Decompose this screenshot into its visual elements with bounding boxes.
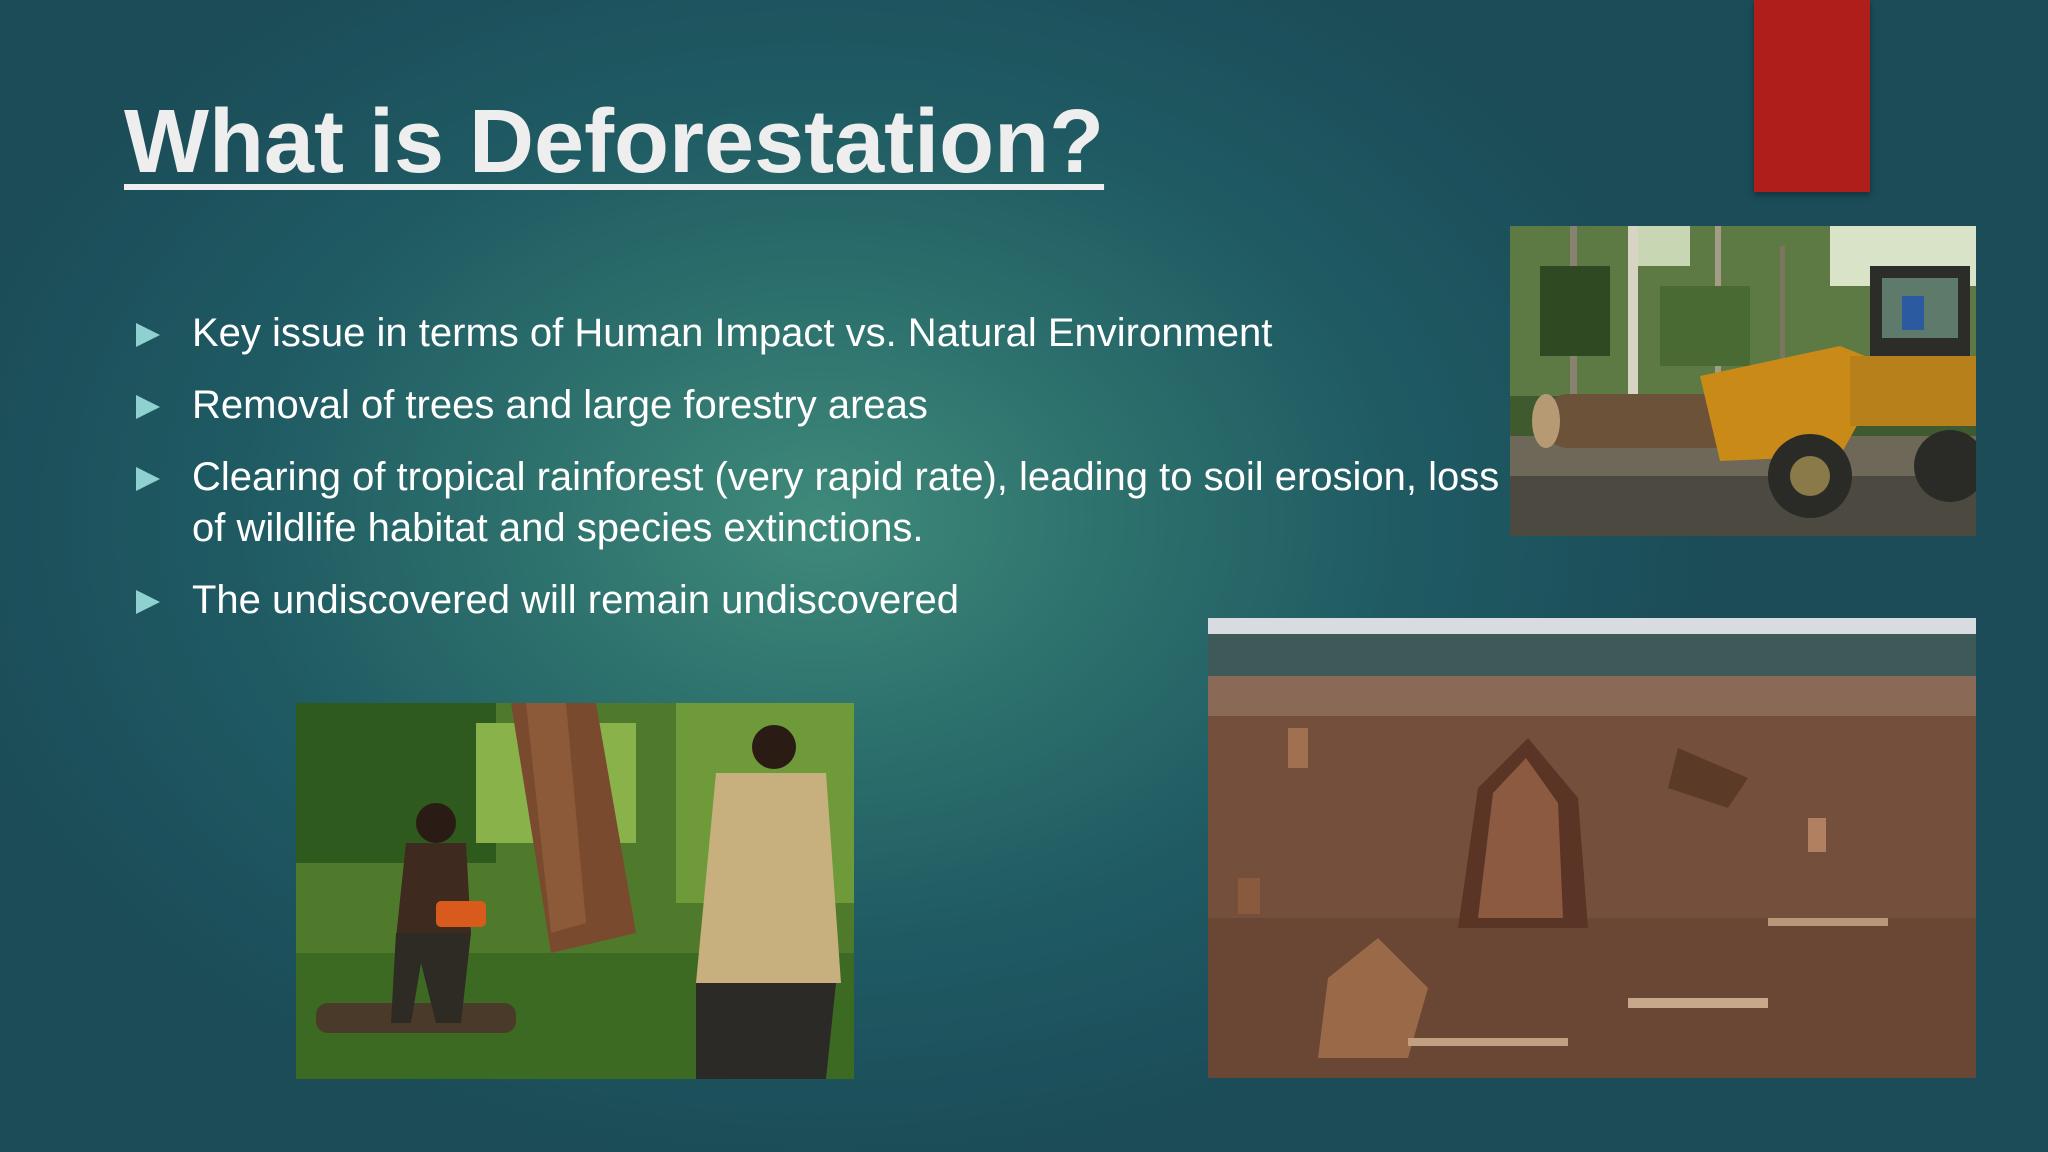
- chainsaw-photo: [296, 703, 854, 1079]
- bullet-item: Key issue in terms of Human Impact vs. N…: [136, 308, 1516, 359]
- bullet-list: Key issue in terms of Human Impact vs. N…: [136, 308, 1516, 647]
- triangle-bullet-icon: [136, 395, 160, 419]
- bullet-item: Clearing of tropical rainforest (very ra…: [136, 452, 1516, 554]
- bulldozer-photo: [1510, 226, 1976, 536]
- slide-title: What is Deforestation?: [124, 92, 1105, 192]
- bullet-text: Key issue in terms of Human Impact vs. N…: [192, 311, 1273, 355]
- triangle-bullet-icon: [136, 323, 160, 347]
- bullet-text: The undiscovered will remain undiscovere…: [192, 578, 960, 622]
- triangle-bullet-icon: [136, 590, 160, 614]
- cleared-forest-photo: [1208, 618, 1976, 1078]
- bullet-text: Clearing of tropical rainforest (very ra…: [192, 455, 1500, 550]
- bullet-item: Removal of trees and large forestry area…: [136, 380, 1516, 431]
- red-accent-bar: [1754, 0, 1870, 192]
- triangle-bullet-icon: [136, 467, 160, 491]
- bullet-text: Removal of trees and large forestry area…: [192, 383, 928, 427]
- slide: What is Deforestation? Key issue in term…: [0, 0, 2048, 1152]
